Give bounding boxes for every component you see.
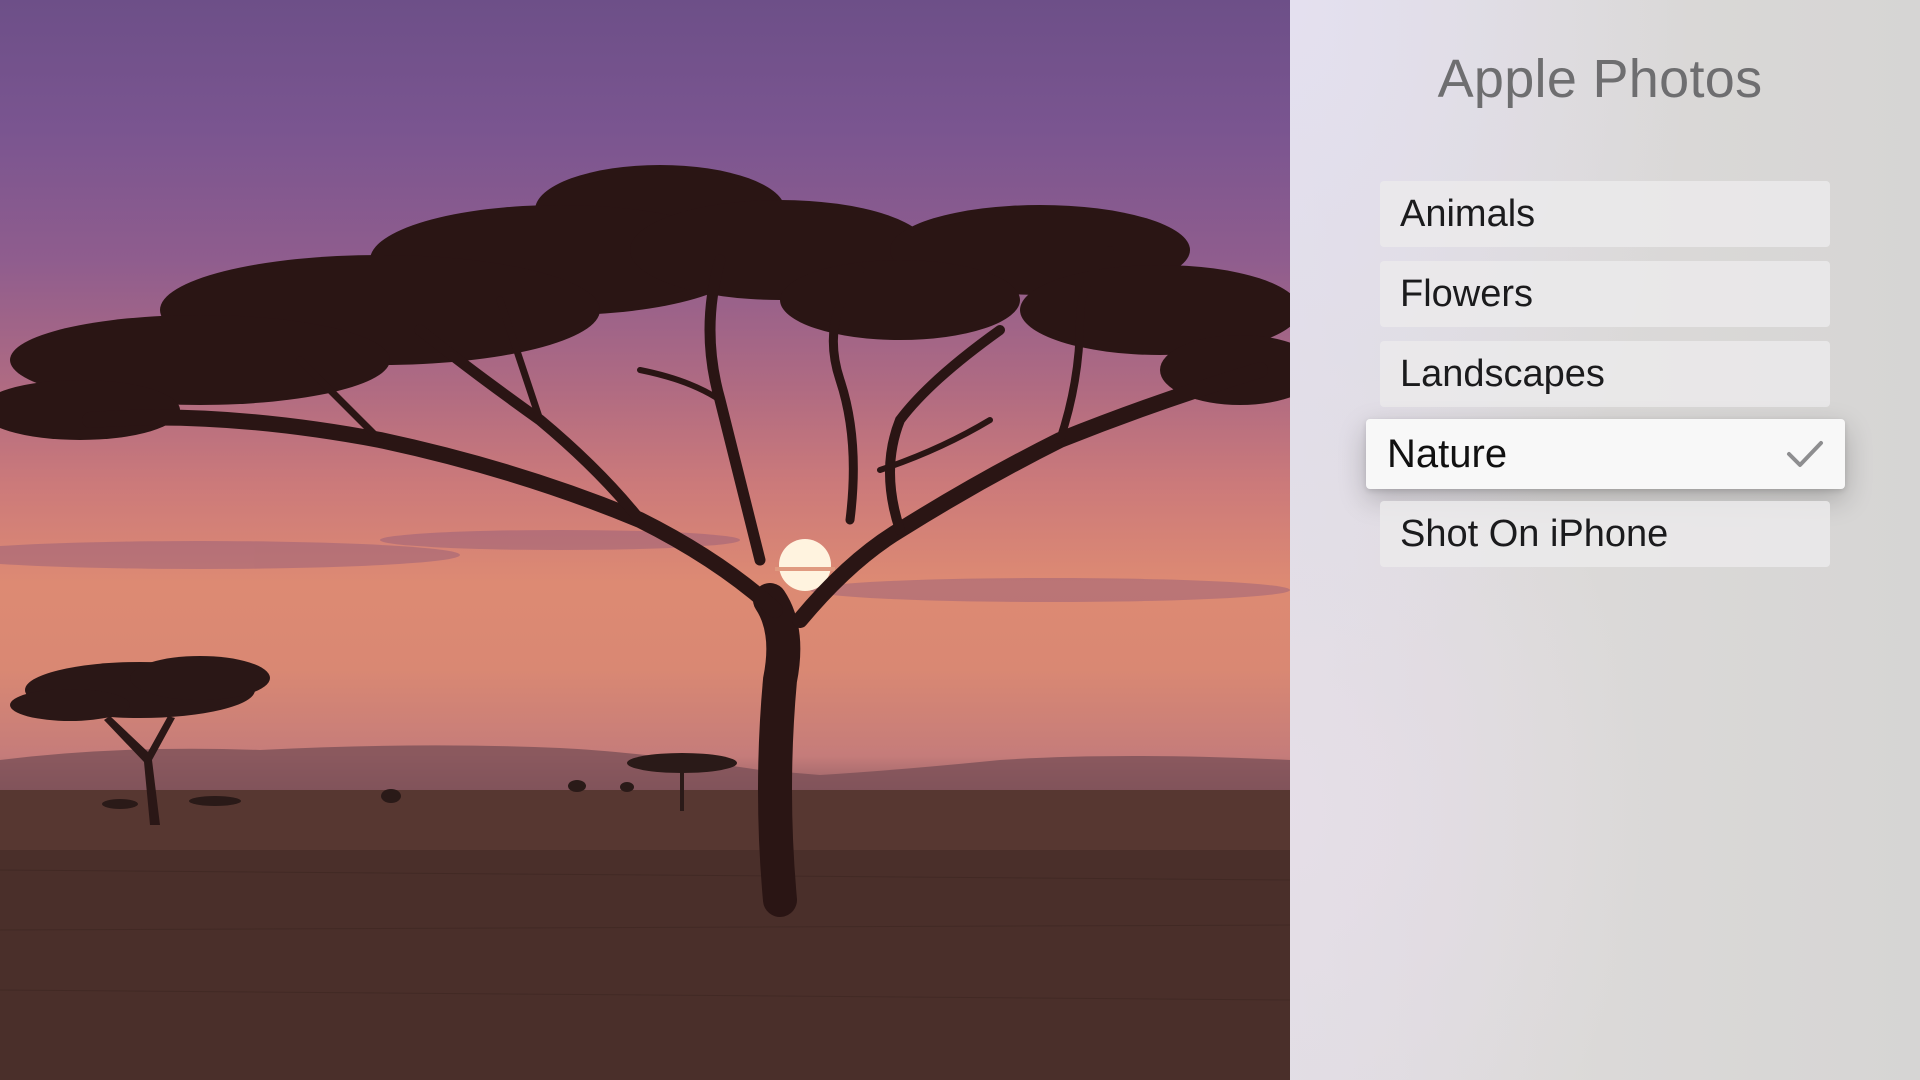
menu-item-landscapes[interactable]: Landscapes [1380, 341, 1830, 407]
menu-item-label: Landscapes [1400, 352, 1605, 395]
acacia-sunset-photo [0, 165, 1290, 1080]
menu-item-label: Nature [1387, 431, 1508, 476]
screensaver-settings-screen: Apple Photos Animals Flowers Landscapes … [0, 0, 1920, 1080]
menu-item-nature[interactable]: Nature [1366, 419, 1845, 489]
menu-item-label: Animals [1400, 192, 1536, 235]
photo-preview [0, 0, 1290, 1080]
menu-item-label: Shot On iPhone [1400, 512, 1669, 555]
menu-item-shot-on-iphone[interactable]: Shot On iPhone [1380, 501, 1830, 567]
menu-item-flowers[interactable]: Flowers [1380, 261, 1830, 327]
menu-item-animals[interactable]: Animals [1380, 181, 1830, 247]
menu-item-label: Flowers [1400, 272, 1534, 315]
settings-panel: Apple Photos Animals Flowers Landscapes … [1290, 0, 1920, 1080]
checkmark-icon [1785, 434, 1825, 474]
category-menu: Animals Flowers Landscapes Nature Shot O… [1290, 0, 1920, 1080]
